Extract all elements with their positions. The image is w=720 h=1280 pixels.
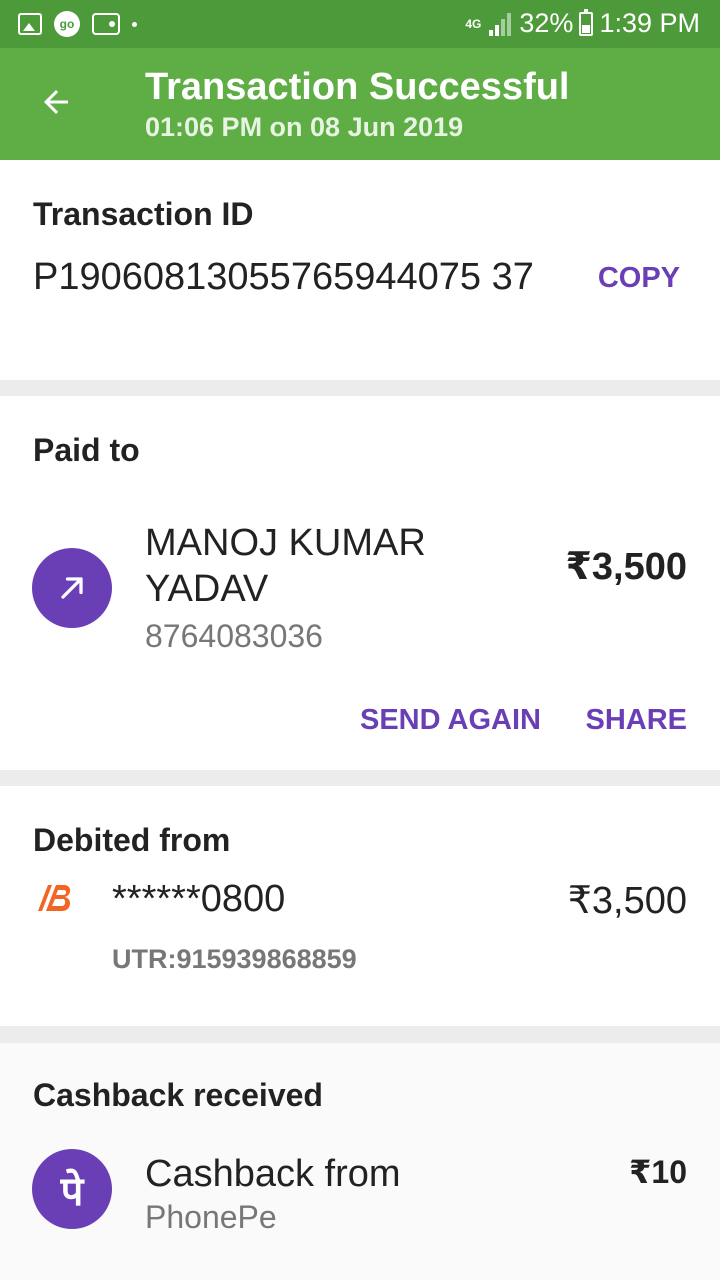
paid-to-label: Paid to [33,432,140,468]
payee-name: MANOJ KUMAR YADAV [145,522,426,610]
status-bar-notifications: go [18,11,137,37]
paid-to-card: Paid to MANOJ KUMAR YADAV 8764083036 ₹3,… [0,396,720,770]
payee-avatar [32,548,112,628]
back-button[interactable] [28,74,84,130]
share-button[interactable]: SHARE [585,704,687,737]
network-type: 4G [465,16,482,31]
cashback-title: Cashback from [145,1153,401,1195]
copy-button[interactable]: COPY [598,262,680,295]
battery-icon [579,8,594,36]
cashback-card: Cashback received पे Cashback from Phone… [0,1043,720,1280]
cashback-amount: ₹10 [629,1154,687,1190]
utr-number: UTR:915939868859 [112,944,357,974]
send-again-button[interactable]: SEND AGAIN [360,704,541,737]
transaction-id-value: P19060813055765944075 37 [33,256,534,298]
arrow-left-icon [44,90,68,114]
app-bar: Transaction Successful 01:06 PM on 08 Ju… [0,48,720,160]
debited-from-card: Debited from ******0800 ₹3,500 UTR:91593… [0,786,720,1026]
paid-amount: ₹3,500 [565,546,687,588]
transaction-datetime: 01:06 PM on 08 Jun 2019 [145,112,464,142]
page-title: Transaction Successful [145,66,570,108]
cashback-source: PhonePe [145,1199,277,1235]
transaction-id-card: Transaction ID P19060813055765944075 37 … [0,160,720,380]
wallet-icon [92,13,120,35]
arrow-up-right-icon [61,577,83,599]
go-icon: go [54,11,80,37]
clock: 1:39 PM [599,8,700,38]
bank-of-baroda-logo [38,885,71,911]
account-number: ******0800 [112,878,286,920]
image-icon [18,13,42,35]
battery-percent: 32% [519,8,574,38]
status-bar-system: 4G 32% 1:39 PM [465,8,700,39]
dot-icon [132,21,137,27]
phonepe-icon: पे [32,1149,112,1229]
signal-icon [487,12,513,36]
debited-amount: ₹3,500 [567,880,687,922]
payee-phone: 8764083036 [145,618,323,654]
transaction-id-label: Transaction ID [33,196,254,232]
status-bar: go 4G 32% 1:39 PM [0,0,720,48]
debited-from-label: Debited from [33,822,231,858]
cashback-label: Cashback received [33,1077,323,1113]
